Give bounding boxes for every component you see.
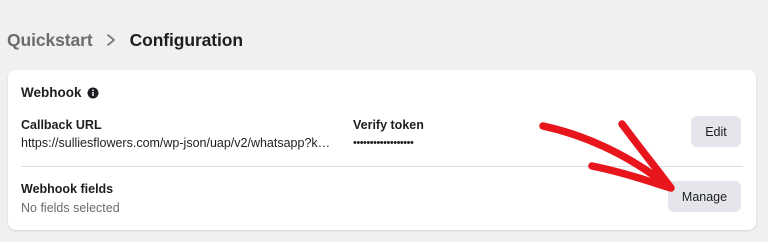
divider	[21, 166, 743, 167]
page-title: Configuration	[129, 29, 244, 50]
verify-token-value: ••••••••••••••••••	[353, 137, 414, 149]
callback-url-label: Callback URL	[21, 118, 102, 132]
manage-button[interactable]: Manage	[668, 181, 741, 212]
chevron-right-icon	[106, 34, 115, 46]
webhook-fields-label: Webhook fields	[21, 182, 114, 196]
edit-button[interactable]: Edit	[691, 116, 741, 147]
webhook-section-header: Webhook	[21, 85, 99, 100]
webhook-title: Webhook	[21, 85, 82, 100]
callback-url-value: https://sulliesflowers.com/wp-json/uap/v…	[21, 136, 331, 150]
info-icon[interactable]	[87, 87, 99, 99]
verify-token-label: Verify token	[353, 118, 424, 132]
webhook-card: Webhook Callback URL https://sulliesflow…	[8, 70, 756, 230]
webhook-fields-value: No fields selected	[21, 201, 120, 215]
breadcrumb: Quickstart Configuration	[7, 28, 243, 52]
breadcrumb-quickstart-link[interactable]: Quickstart	[7, 30, 93, 51]
